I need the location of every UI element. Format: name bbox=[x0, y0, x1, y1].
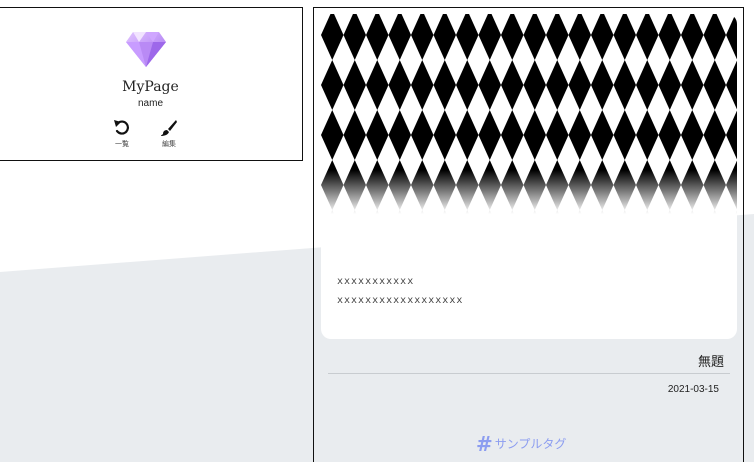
article-date: 2021-03-15 bbox=[667, 384, 719, 395]
edit-button-label: 編集 bbox=[162, 140, 176, 148]
profile-card: MyPage name 一覧 編集 bbox=[0, 7, 303, 161]
profile-name: name bbox=[137, 98, 163, 109]
edit-button[interactable]: 編集 bbox=[154, 119, 184, 149]
tag-link[interactable]: # サンプルタグ bbox=[476, 432, 566, 456]
list-button-label: 一覧 bbox=[115, 140, 129, 148]
hash-icon: # bbox=[476, 432, 493, 456]
list-button[interactable]: 一覧 bbox=[107, 119, 137, 149]
diamond-icon bbox=[126, 32, 166, 67]
tag-label: サンプルタグ bbox=[494, 437, 567, 451]
article-card[interactable]: xxxxxxxxxxx xxxxxxxxxxxxxxxxxx 無題 2021-0… bbox=[313, 7, 744, 462]
undo-icon bbox=[114, 120, 129, 135]
brush-icon bbox=[161, 120, 177, 136]
harlequin-pattern bbox=[321, 14, 737, 214]
thumbnail-text-line: xxxxxxxxxxxxxxxxxx bbox=[337, 295, 464, 306]
thumbnail-text-line: xxxxxxxxxxx bbox=[337, 276, 415, 287]
divider bbox=[328, 373, 730, 374]
page: MyPage name 一覧 編集 xxxxxxxxxxx xxxxxxxxxx… bbox=[0, 0, 754, 462]
article-title[interactable]: 無題 bbox=[698, 351, 724, 370]
article-thumbnail[interactable]: xxxxxxxxxxx xxxxxxxxxxxxxxxxxx bbox=[321, 14, 737, 339]
profile-title: MyPage bbox=[122, 79, 179, 95]
